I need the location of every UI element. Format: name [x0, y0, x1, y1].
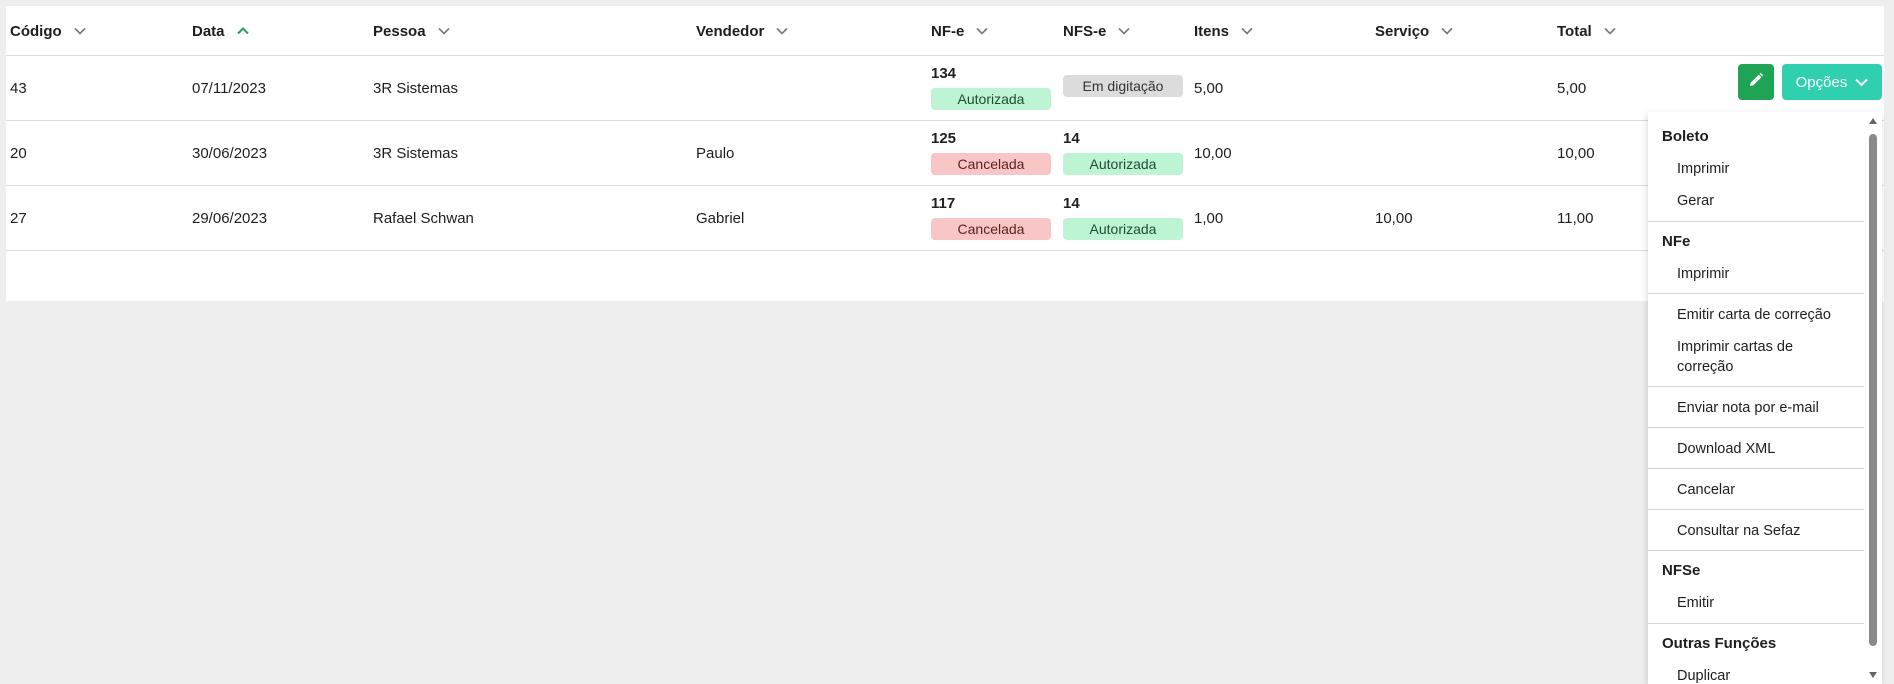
menu-section-nfse: NFSe — [1662, 562, 1701, 579]
options-dropdown-menu: Boleto Imprimir Gerar NFe Imprimir Emiti… — [1648, 112, 1882, 684]
sales-table-card: Código Data Pessoa Vendedor NF-e NFS-e I… — [6, 6, 1884, 301]
cell-itens: 10,00 — [1194, 145, 1232, 162]
menu-item-download-xml[interactable]: Download XML — [1677, 439, 1857, 459]
cell-codigo: 43 — [10, 80, 27, 97]
menu-section-outras: Outras Funções — [1662, 635, 1777, 652]
column-header-data[interactable]: Data — [192, 6, 249, 56]
column-header-nfe[interactable]: NF-e — [931, 6, 988, 56]
cell-nfe: 117 Cancelada — [931, 194, 1051, 240]
cell-total: 11,00 — [1557, 210, 1594, 227]
column-header-total[interactable]: Total — [1557, 6, 1616, 56]
cell-data: 30/06/2023 — [192, 145, 268, 162]
column-header-vendedor[interactable]: Vendedor — [696, 6, 788, 56]
menu-item-duplicar[interactable]: Duplicar — [1677, 666, 1857, 684]
scroll-up-arrow-icon[interactable] — [1869, 118, 1877, 124]
chevron-down-icon — [1241, 27, 1253, 35]
status-badge: Em digitação — [1063, 75, 1183, 97]
status-badge: Autorizada — [1063, 153, 1183, 175]
menu-item-nfse-emitir[interactable]: Emitir — [1677, 593, 1857, 613]
chevron-down-icon — [1855, 74, 1869, 91]
nfse-number: 14 — [1063, 130, 1080, 147]
chevron-down-icon — [976, 27, 988, 35]
menu-divider — [1648, 293, 1864, 294]
options-button[interactable]: Opções — [1782, 64, 1882, 100]
menu-divider — [1648, 386, 1864, 387]
cell-itens: 5,00 — [1194, 80, 1224, 97]
nfe-number: 125 — [931, 130, 957, 147]
table-header: Código Data Pessoa Vendedor NF-e NFS-e I… — [6, 6, 1884, 56]
cell-nfse: Em digitação — [1063, 64, 1183, 97]
menu-divider — [1648, 550, 1864, 551]
status-badge: Cancelada — [931, 153, 1051, 175]
menu-item-consultar-sefaz[interactable]: Consultar na Sefaz — [1677, 521, 1857, 541]
cell-codigo: 20 — [10, 145, 27, 162]
column-header-pessoa[interactable]: Pessoa — [373, 6, 450, 56]
cell-data: 29/06/2023 — [192, 210, 268, 227]
table-row[interactable]: 20 30/06/2023 3R Sistemas Paulo 125 Canc… — [6, 121, 1884, 186]
menu-section-nfe: NFe — [1662, 233, 1691, 250]
cell-nfse: 14 Autorizada — [1063, 129, 1183, 175]
chevron-down-icon — [776, 27, 788, 35]
cell-codigo: 27 — [10, 210, 27, 227]
chevron-down-icon — [74, 27, 86, 35]
menu-divider — [1648, 468, 1864, 469]
column-header-nfse[interactable]: NFS-e — [1063, 6, 1130, 56]
menu-section-boleto: Boleto — [1662, 128, 1709, 145]
menu-item-nfe-imprimir[interactable]: Imprimir — [1677, 264, 1857, 284]
table-row[interactable]: 43 07/11/2023 3R Sistemas 134 Autorizada… — [6, 56, 1884, 121]
cell-total: 5,00 — [1557, 80, 1587, 97]
column-header-itens[interactable]: Itens — [1194, 6, 1253, 56]
menu-divider — [1648, 427, 1864, 428]
status-badge: Autorizada — [1063, 218, 1183, 240]
cell-vendedor: Gabriel — [696, 210, 745, 227]
menu-scrollbar[interactable] — [1864, 112, 1882, 684]
cell-nfse: 14 Autorizada — [1063, 194, 1183, 240]
menu-item-emitir-carta[interactable]: Emitir carta de correção — [1677, 305, 1857, 325]
cell-servico: 10,00 — [1375, 210, 1413, 227]
menu-item-cancelar[interactable]: Cancelar — [1677, 480, 1857, 500]
nfe-number: 117 — [931, 195, 956, 212]
cell-pessoa: Rafael Schwan — [373, 210, 474, 227]
edit-button[interactable] — [1738, 64, 1774, 100]
menu-divider — [1648, 623, 1864, 624]
column-header-codigo[interactable]: Código — [10, 6, 86, 56]
scroll-down-arrow-icon[interactable] — [1869, 672, 1877, 678]
options-label: Opções — [1795, 73, 1848, 91]
nfe-number: 134 — [931, 65, 957, 82]
cell-nfe: 125 Cancelada — [931, 129, 1051, 175]
column-header-servico[interactable]: Serviço — [1375, 6, 1453, 56]
status-badge: Autorizada — [931, 88, 1051, 110]
cell-pessoa: 3R Sistemas — [373, 145, 459, 162]
chevron-up-icon — [236, 27, 249, 35]
cell-vendedor: Paulo — [696, 145, 735, 162]
chevron-down-icon — [1118, 27, 1130, 35]
cell-itens: 1,00 — [1194, 210, 1224, 227]
menu-item-boleto-gerar[interactable]: Gerar — [1677, 191, 1857, 211]
chevron-down-icon — [1441, 27, 1453, 35]
menu-divider — [1648, 509, 1864, 510]
pencil-icon — [1748, 72, 1764, 93]
cell-nfe: 134 Autorizada — [931, 64, 1051, 110]
nfse-number: 14 — [1063, 195, 1080, 212]
chevron-down-icon — [1604, 27, 1616, 35]
cell-total: 10,00 — [1557, 145, 1595, 162]
menu-item-boleto-imprimir[interactable]: Imprimir — [1677, 159, 1857, 179]
table-row[interactable]: 27 29/06/2023 Rafael Schwan Gabriel 117 … — [6, 186, 1884, 251]
menu-divider — [1648, 221, 1864, 222]
cell-data: 07/11/2023 — [192, 80, 266, 97]
chevron-down-icon — [437, 27, 450, 35]
cell-pessoa: 3R Sistemas — [373, 80, 459, 97]
scrollbar-thumb[interactable] — [1869, 134, 1877, 646]
menu-item-imprimir-cartas[interactable]: Imprimir cartas de correção — [1677, 337, 1847, 377]
menu-item-enviar-email[interactable]: Enviar nota por e-mail — [1677, 398, 1857, 418]
status-badge: Cancelada — [931, 218, 1051, 240]
